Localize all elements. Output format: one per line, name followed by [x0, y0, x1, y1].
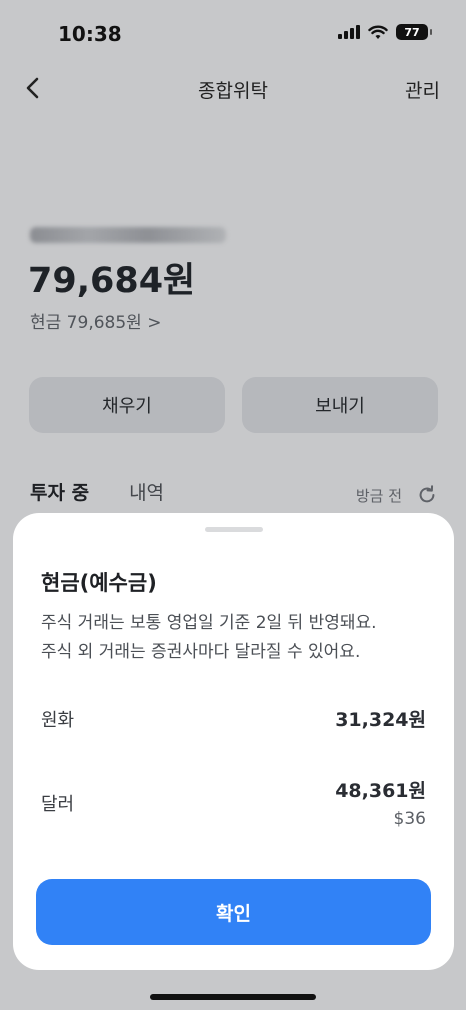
refresh-area: 방금 전: [356, 484, 438, 506]
nav-bar: 종합위탁 관리: [0, 70, 466, 110]
refresh-label: 방금 전: [355, 486, 402, 505]
usd-label: 달러: [41, 794, 75, 815]
tab-bar: 투자 중 내역: [30, 478, 164, 505]
usd-value: 48,361원: [335, 780, 426, 802]
manage-button[interactable]: 관리: [405, 76, 440, 103]
refresh-icon[interactable]: [416, 484, 438, 506]
usd-sub-value: $36: [393, 809, 426, 829]
usd-row: 달러 48,361원 $36: [41, 780, 426, 829]
signal-icon: [338, 25, 360, 39]
tab-history[interactable]: 내역: [129, 478, 164, 505]
confirm-button[interactable]: 확인: [36, 879, 431, 945]
krw-label: 원화: [41, 710, 75, 731]
home-indicator: [150, 994, 316, 1000]
page-title: 종합위탁: [198, 80, 268, 102]
account-number-blurred: [30, 227, 226, 243]
status-icons: 77: [338, 24, 432, 40]
desc-line-2: 주식 외 거래는 증권사마다 달라질 수 있어요.: [41, 642, 361, 662]
wifi-icon: [368, 25, 388, 39]
sheet-description: 주식 거래는 보통 영업일 기준 2일 뒤 반영돼요. 주식 외 거래는 증권사…: [41, 609, 441, 667]
status-bar: 10:38 77: [0, 0, 466, 70]
krw-value: 31,324원: [335, 709, 426, 731]
action-buttons: 채우기 보내기: [29, 377, 438, 433]
status-time: 10:38: [58, 22, 122, 46]
send-button[interactable]: 보내기: [242, 377, 438, 433]
krw-row: 원화 31,324원: [41, 706, 426, 732]
cash-detail-sheet: 현금(예수금) 주식 거래는 보통 영업일 기준 2일 뒤 반영돼요. 주식 외…: [13, 513, 454, 970]
tab-investing[interactable]: 투자 중: [30, 478, 89, 505]
sheet-title: 현금(예수금): [41, 571, 157, 595]
cash-link[interactable]: 현금 79,685원 >: [30, 308, 161, 333]
fill-button[interactable]: 채우기: [29, 377, 225, 433]
battery-icon: 77: [396, 24, 432, 40]
balance-amount: 79,684원: [28, 261, 196, 301]
desc-line-1: 주식 거래는 보통 영업일 기준 2일 뒤 반영돼요.: [41, 613, 377, 633]
sheet-handle[interactable]: [205, 527, 263, 532]
